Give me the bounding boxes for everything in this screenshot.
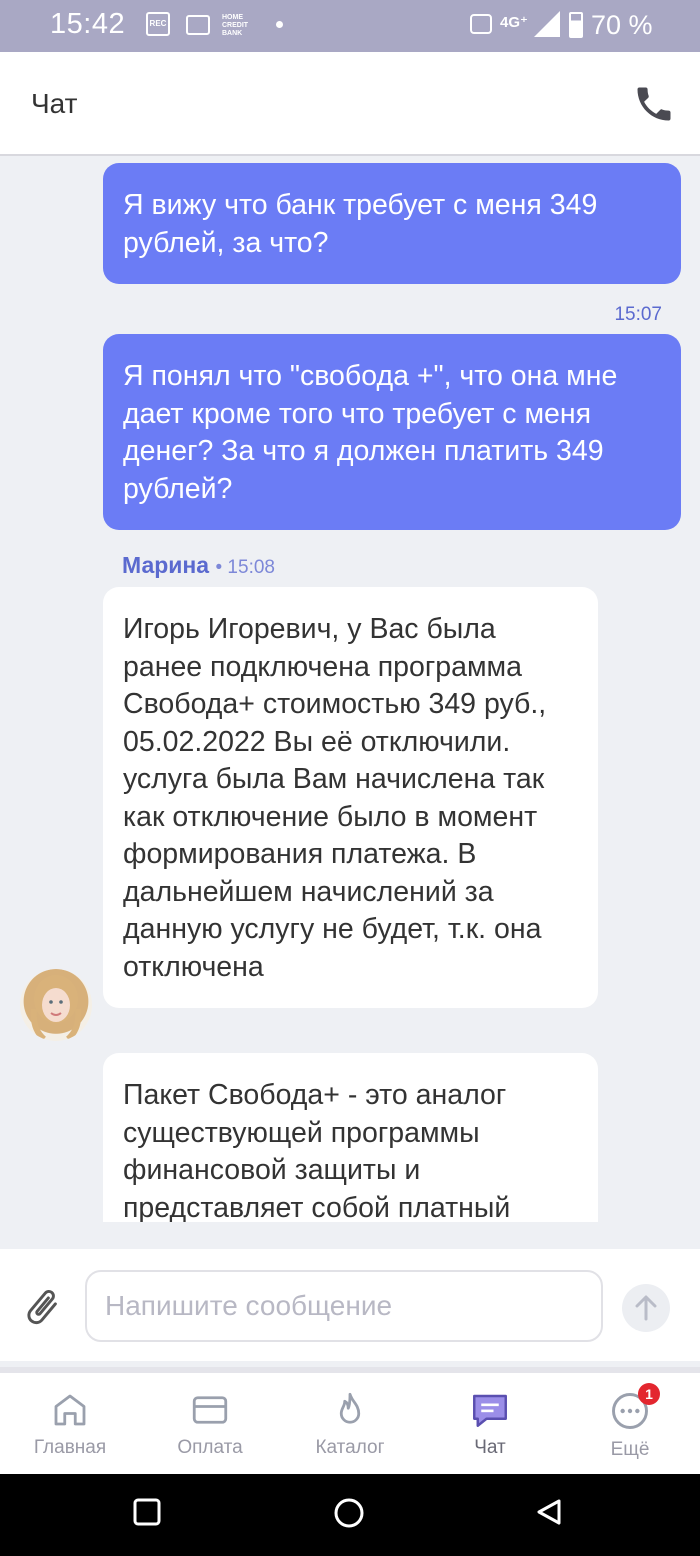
battery-level: 70 % [591, 10, 653, 40]
bank-notification-icon: HOME CREDIT BANK [222, 14, 249, 37]
arrow-up-icon [635, 1295, 657, 1321]
nav-item-chat[interactable]: Чат [420, 1381, 560, 1473]
notification-badge: 1 [638, 1383, 660, 1405]
home-icon [54, 1394, 86, 1426]
page-title: Чат [31, 88, 78, 119]
nav-label-more: Ещё [610, 1439, 650, 1460]
incoming-message: Пакет Свобода+ - это аналог существующей… [103, 1053, 598, 1222]
recent-apps-icon[interactable] [133, 1498, 161, 1526]
avatar [20, 969, 92, 1041]
nav-item-home[interactable]: Главная [0, 1381, 140, 1473]
nav-item-more[interactable]: 1 Ещё [560, 1381, 700, 1473]
gallery-icon [186, 15, 210, 35]
bottom-navigation: Главная Оплата Каталог Чат 1 Ещё [0, 1367, 700, 1474]
status-bar: 15:42 REC HOME CREDIT BANK 4G⁺ 70 % [0, 0, 700, 52]
chat-icon [473, 1394, 507, 1427]
phone-icon[interactable] [632, 82, 676, 126]
flame-icon [339, 1392, 361, 1424]
network-type: 4G⁺ [500, 14, 528, 31]
sender-time: • 15:08 [215, 557, 275, 578]
send-button[interactable] [622, 1284, 670, 1332]
card-icon [192, 1396, 228, 1424]
signal-icon [534, 11, 560, 37]
outgoing-message: Я вижу что банк требует с меня 349 рубле… [103, 163, 681, 284]
message-time: 15:07 [614, 304, 662, 325]
sender-line: Марина • 15:08 [122, 552, 275, 579]
battery-icon [569, 12, 583, 38]
sender-name: Марина [122, 552, 210, 578]
message-composer [0, 1249, 700, 1361]
outgoing-message: Я понял что "свобода +", что она мне дае… [103, 334, 681, 530]
back-icon[interactable] [535, 1498, 563, 1526]
home-button-icon[interactable] [333, 1497, 365, 1529]
system-navigation [0, 1474, 700, 1556]
camera-icon [470, 14, 492, 34]
nav-item-catalog[interactable]: Каталог [280, 1381, 420, 1473]
nav-label-home: Главная [33, 1437, 107, 1458]
nav-label-payment: Оплата [177, 1437, 243, 1458]
chat-messages[interactable]: Я вижу что банк требует с меня 349 рубле… [0, 157, 700, 1222]
nav-label-catalog: Каталог [315, 1437, 385, 1458]
status-time: 15:42 [50, 8, 126, 40]
screen-record-icon: REC [146, 12, 170, 36]
nav-item-payment[interactable]: Оплата [140, 1381, 280, 1473]
chat-header: Чат [0, 52, 700, 156]
notification-dot-icon [276, 21, 283, 28]
nav-label-chat: Чат [474, 1437, 506, 1458]
paperclip-icon[interactable] [20, 1285, 64, 1329]
message-input[interactable] [85, 1270, 603, 1342]
incoming-message: Игорь Игоревич, у Вас была ранее подключ… [103, 587, 598, 1008]
